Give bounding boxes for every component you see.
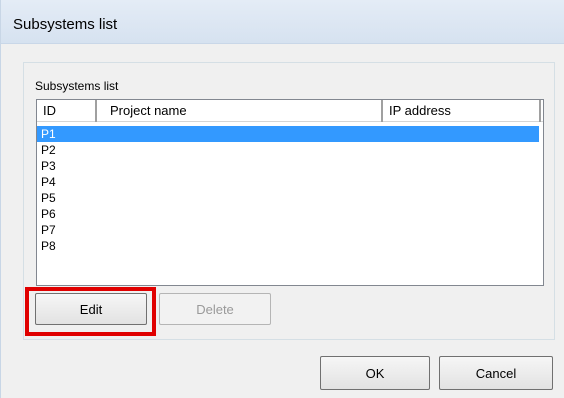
list-item-id: P2 [41,143,56,157]
list-item[interactable]: P3 [37,158,539,174]
list-item[interactable]: P5 [37,190,539,206]
subsystems-list-dialog: Subsystems list Subsystems list ID Proje… [0,0,564,398]
list-item-id: P1 [41,127,56,141]
list-item[interactable]: P1 [37,126,539,142]
window-title: Subsystems list [13,16,118,33]
list-item-id: P3 [41,159,56,173]
groupbox-label: Subsystems list [35,79,119,93]
list-item[interactable]: P2 [37,142,539,158]
list-item[interactable]: P6 [37,206,539,222]
subsystems-listview[interactable]: ID Project name IP address P1 P2 P3 P4 P… [36,99,544,286]
cancel-button[interactable]: Cancel [439,356,553,390]
list-item[interactable]: P8 [37,238,539,254]
ok-button[interactable]: OK [320,356,430,390]
list-item-id: P7 [41,223,56,237]
column-header-ip-address[interactable]: IP address [383,100,541,122]
edit-button[interactable]: Edit [35,293,147,325]
list-item-id: P4 [41,175,56,189]
column-header-project-name[interactable]: Project name [97,100,383,122]
listview-header: ID Project name IP address [37,100,543,122]
list-item-id: P5 [41,191,56,205]
title-bar[interactable]: Subsystems list [1,0,564,44]
list-item-id: P6 [41,207,56,221]
listview-rows: P1 P2 P3 P4 P5 P6 P7 P8 [37,126,543,254]
list-item[interactable]: P4 [37,174,539,190]
list-item[interactable]: P7 [37,222,539,238]
delete-button[interactable]: Delete [159,293,271,325]
list-item-id: P8 [41,239,56,253]
column-header-id[interactable]: ID [37,100,97,122]
